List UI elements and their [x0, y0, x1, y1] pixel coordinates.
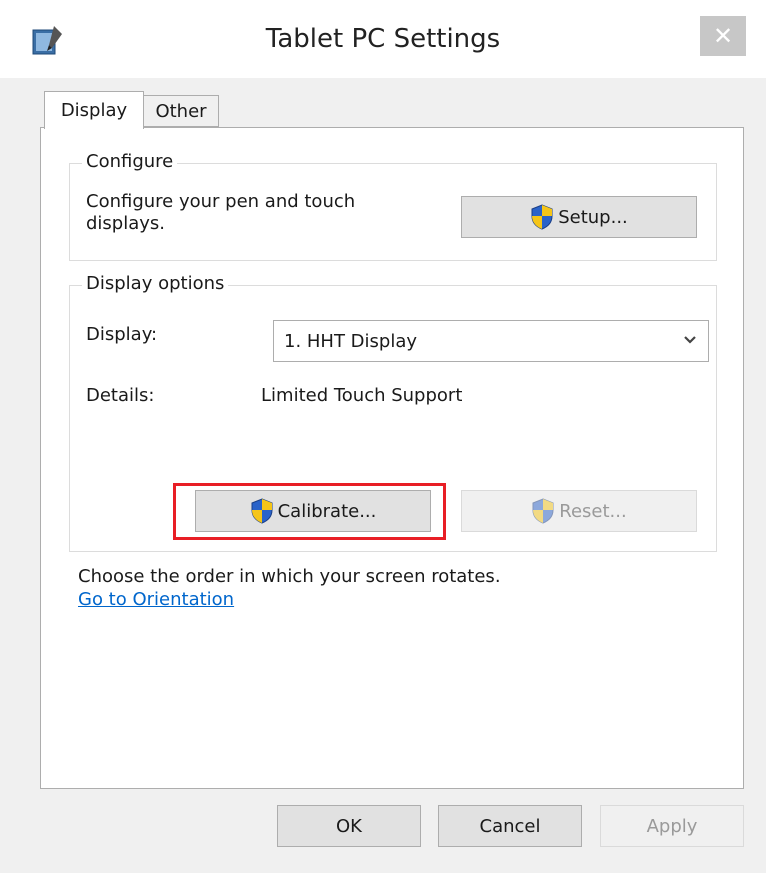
setup-button-label: Setup...	[558, 206, 628, 228]
configure-description: Configure your pen and touch displays.	[86, 191, 356, 234]
display-select-value: 1. HHT Display	[284, 330, 418, 352]
orientation-description: Choose the order in which your screen ro…	[78, 566, 501, 587]
tablet-pc-settings-dialog: Tablet PC Settings ✕ Display Other Confi…	[0, 0, 766, 873]
setup-button[interactable]: Setup...	[461, 196, 697, 238]
display-options-group-label: Display options	[82, 273, 229, 294]
window-title: Tablet PC Settings	[265, 24, 501, 54]
ok-button-label: OK	[336, 815, 362, 837]
title-bar: Tablet PC Settings ✕	[0, 0, 766, 78]
display-label: Display:	[86, 324, 158, 345]
display-select[interactable]: 1. HHT Display	[273, 320, 709, 362]
chevron-down-icon	[684, 336, 696, 344]
reset-button[interactable]: Reset...	[461, 490, 697, 532]
go-to-orientation-link[interactable]: Go to Orientation	[78, 589, 234, 611]
configure-group-label: Configure	[82, 151, 178, 172]
details-label: Details:	[86, 385, 155, 406]
uac-shield-icon	[531, 204, 553, 230]
close-icon: ✕	[712, 22, 734, 50]
close-button[interactable]: ✕	[700, 16, 746, 56]
details-value: Limited Touch Support	[261, 385, 463, 406]
display-tab-panel: Configure Configure your pen and touch d…	[40, 127, 744, 789]
cancel-button[interactable]: Cancel	[438, 805, 582, 847]
ok-button[interactable]: OK	[277, 805, 421, 847]
tab-display[interactable]: Display	[44, 91, 144, 129]
dialog-client-area: Display Other Configure Configure your p…	[26, 78, 744, 865]
reset-button-label: Reset...	[559, 500, 627, 522]
calibrate-highlight-box	[173, 483, 446, 540]
cancel-button-label: Cancel	[479, 815, 541, 837]
uac-shield-icon	[532, 498, 554, 524]
apply-button-label: Apply	[646, 815, 698, 837]
apply-button[interactable]: Apply	[600, 805, 744, 847]
tab-other[interactable]: Other	[143, 95, 219, 127]
